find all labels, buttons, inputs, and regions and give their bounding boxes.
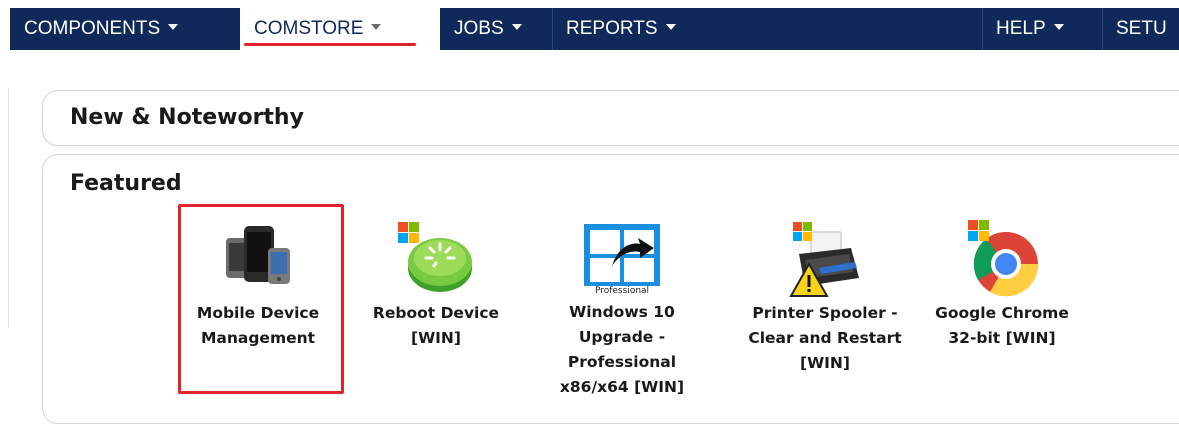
mobile-devices-icon bbox=[218, 218, 298, 298]
chrome-icon bbox=[962, 218, 1042, 298]
caret-down-icon bbox=[511, 23, 522, 30]
featured-title: Featured bbox=[70, 171, 182, 196]
left-divider bbox=[8, 88, 9, 328]
nav-jobs[interactable]: JOBS bbox=[440, 8, 552, 50]
nav-help-label: HELP bbox=[996, 18, 1046, 39]
nav-components-label: COMPONENTS bbox=[24, 18, 161, 39]
nav-reports[interactable]: REPORTS bbox=[552, 8, 732, 50]
caret-down-icon bbox=[1053, 23, 1064, 30]
new-noteworthy-title: New & Noteworthy bbox=[70, 105, 304, 130]
featured-item-label: Windows 10 Upgrade - Professional x86/x6… bbox=[559, 303, 685, 396]
windows10-icon bbox=[582, 222, 662, 288]
new-noteworthy-panel[interactable]: New & Noteworthy bbox=[42, 90, 1179, 146]
active-tab-underline bbox=[244, 43, 416, 46]
featured-item-printer-spooler[interactable]: Printer Spooler - Clear and Restart [WIN… bbox=[745, 218, 905, 376]
top-nav-bar: COMPONENTS COMSTORE JOBS REPORTS HELP SE… bbox=[10, 8, 1179, 50]
featured-item-label: Mobile Device Management bbox=[196, 304, 320, 347]
featured-item-label: Printer Spooler - Clear and Restart [WIN… bbox=[748, 304, 902, 372]
featured-item-windows10-upgrade[interactable]: Professional Windows 10 Upgrade - Profes… bbox=[542, 222, 702, 400]
caret-down-icon bbox=[371, 23, 382, 30]
nav-components[interactable]: COMPONENTS bbox=[10, 8, 240, 50]
nav-setup-label: SETU bbox=[1116, 18, 1167, 39]
caret-down-icon bbox=[168, 23, 179, 30]
nav-jobs-label: JOBS bbox=[454, 18, 504, 39]
featured-item-mobile-device-management[interactable]: Mobile Device Management bbox=[178, 218, 338, 351]
nav-help[interactable]: HELP bbox=[982, 8, 1102, 50]
nav-setup[interactable]: SETU bbox=[1102, 8, 1179, 50]
reboot-icon bbox=[396, 218, 476, 298]
nav-comstore-label: COMSTORE bbox=[254, 18, 364, 39]
featured-item-reboot-device[interactable]: Reboot Device [WIN] bbox=[356, 218, 516, 351]
printer-warning-icon bbox=[785, 218, 865, 298]
featured-item-label: Google Chrome 32-bit [WIN] bbox=[935, 304, 1069, 347]
featured-item-label: Reboot Device [WIN] bbox=[372, 304, 500, 347]
featured-item-google-chrome[interactable]: Google Chrome 32-bit [WIN] bbox=[922, 218, 1082, 351]
caret-down-icon bbox=[665, 23, 676, 30]
nav-reports-label: REPORTS bbox=[566, 18, 658, 39]
